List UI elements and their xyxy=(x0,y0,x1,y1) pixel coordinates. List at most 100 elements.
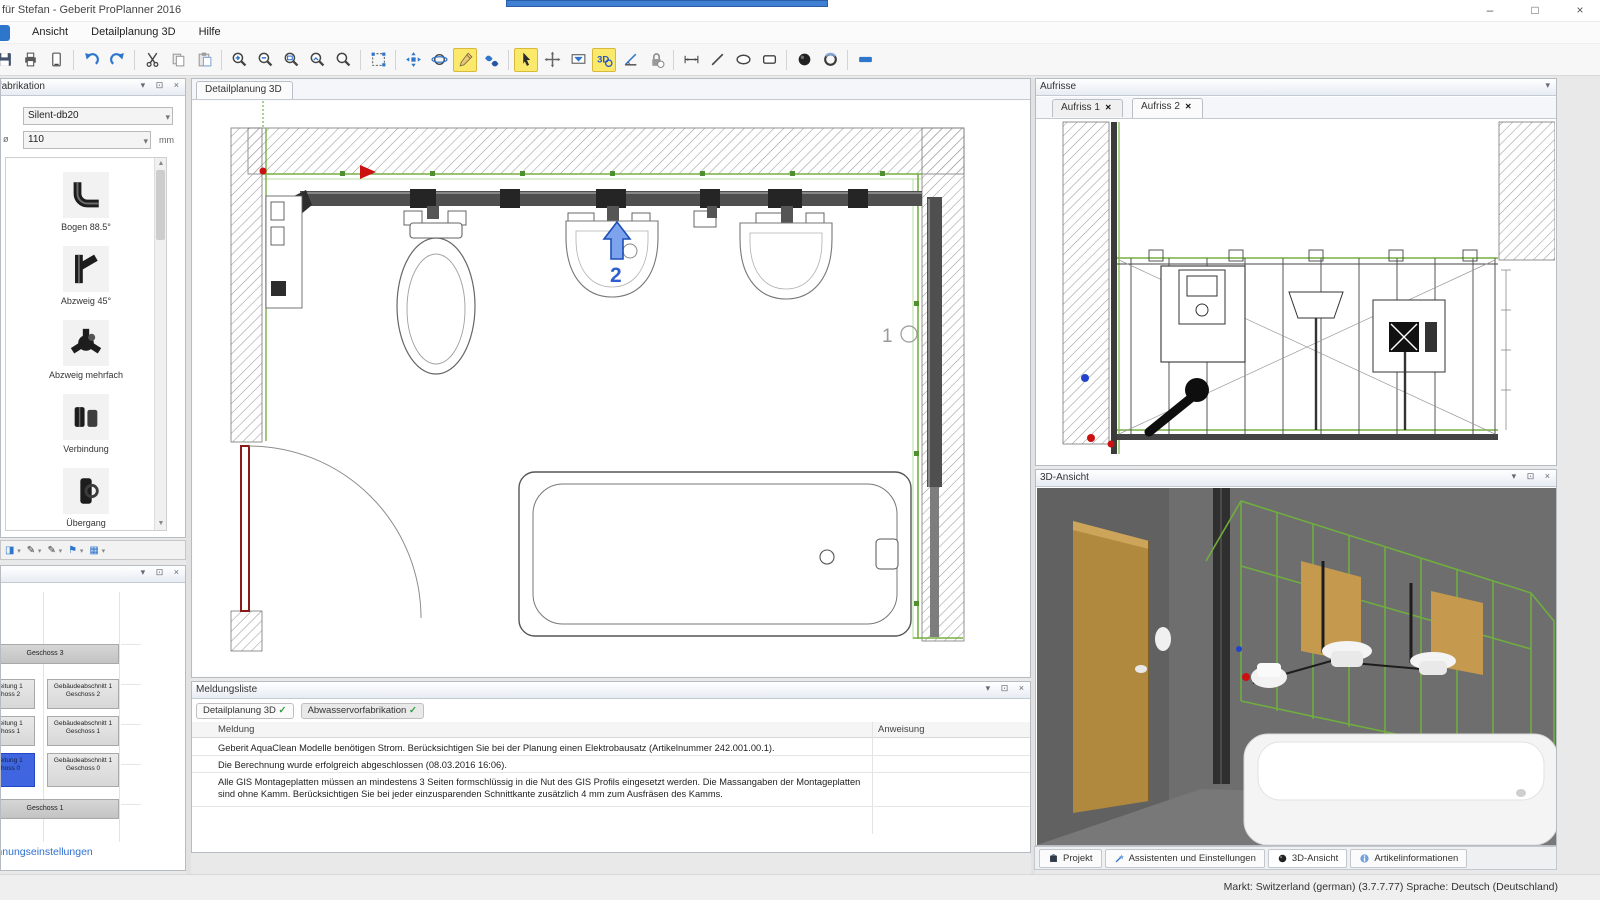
catalog-item-abzweig-mehrfach[interactable]: Abzweig mehrfach xyxy=(6,320,166,380)
sphere-tool-button[interactable] xyxy=(792,48,816,72)
move-icon xyxy=(544,51,561,68)
tab-aufriss-1[interactable]: Aufriss 1✕ xyxy=(1052,99,1123,117)
measure-angle-button[interactable] xyxy=(618,48,642,72)
orbit-button[interactable] xyxy=(427,48,451,72)
filter-draw-button[interactable]: ✎ ▾ xyxy=(27,545,42,556)
redo-button[interactable] xyxy=(105,48,129,72)
scrollbar-thumb[interactable] xyxy=(156,170,165,240)
lock-button[interactable] xyxy=(644,48,668,72)
print-button[interactable] xyxy=(18,48,42,72)
calculation-settings-link[interactable]: Berechnungseinstellungen xyxy=(1,846,93,858)
panel-header-buttons[interactable]: ▾ ⊡ × xyxy=(986,683,1028,694)
view3d-panel-title: 3D-Ansicht xyxy=(1040,472,1089,483)
main-toolbar xyxy=(0,44,1600,76)
close-tab-icon[interactable]: ✕ xyxy=(1105,103,1112,112)
menu-ansicht[interactable]: Ansicht xyxy=(22,22,78,42)
close-button[interactable]: × xyxy=(1565,2,1595,20)
filter-grid-button[interactable]: ▦ ▾ xyxy=(89,545,105,556)
floor-band-top[interactable]: Geschoss 3 xyxy=(1,644,119,664)
filter-system-button[interactable]: ◨ ▾ xyxy=(5,545,21,556)
structure-button-selected[interactable]: Steigleitung 1Geschoss 0 xyxy=(1,753,35,787)
check-icon: ✓ xyxy=(279,705,287,716)
ellipse-tool-button[interactable] xyxy=(731,48,755,72)
section-tool-button[interactable] xyxy=(853,48,877,72)
move-tool-button[interactable] xyxy=(540,48,564,72)
material-view-button[interactable] xyxy=(479,48,503,72)
structure-button[interactable]: Gebäudeabschnitt 1Geschoss 1 xyxy=(47,716,119,746)
diameter-select[interactable]: 110▾ xyxy=(23,131,151,149)
zoom-all-button[interactable] xyxy=(331,48,355,72)
cut-button[interactable] xyxy=(140,48,164,72)
scroll-down-icon[interactable]: ▼ xyxy=(155,518,167,530)
structure-button[interactable]: Steigleitung 1Geschoss 1 xyxy=(1,716,35,746)
elevation-canvas[interactable] xyxy=(1037,120,1555,464)
dimension-tool-button[interactable] xyxy=(679,48,703,72)
view-3d-zoom-button[interactable] xyxy=(592,48,616,72)
tab-assistenten[interactable]: Assistenten und Einstellungen xyxy=(1105,849,1265,868)
message-row[interactable]: Alle GIS Montageplatten müssen an mindes… xyxy=(218,776,866,804)
close-tab-icon[interactable]: ✕ xyxy=(1185,102,1192,111)
column-anweisung[interactable]: Anweisung xyxy=(878,724,924,735)
panel-header-buttons[interactable]: ▾ ⊡ × xyxy=(1512,471,1554,482)
structure-button[interactable]: Gebäudeabschnitt 1Geschoss 2 xyxy=(47,679,119,709)
edit-mode-toggle[interactable] xyxy=(453,48,477,72)
zoom-out-icon xyxy=(257,51,274,68)
save-icon xyxy=(0,51,13,68)
catalog-item-abzweig45[interactable]: Abzweig 45° xyxy=(6,246,166,306)
messages-tab-abwasser[interactable]: Abwasservorfabrikation ✓ xyxy=(301,703,424,719)
tab-aufriss-2[interactable]: Aufriss 2✕ xyxy=(1132,98,1203,118)
catalog-item-bogen[interactable]: Bogen 88.5° xyxy=(6,172,166,232)
rectangle-tool-button[interactable] xyxy=(757,48,781,72)
pan-button[interactable] xyxy=(401,48,425,72)
message-row[interactable]: Die Berechnung wurde erfolgreich abgesch… xyxy=(218,759,866,773)
zoom-window-button[interactable] xyxy=(279,48,303,72)
zoom-in-button[interactable] xyxy=(227,48,251,72)
scroll-up-icon[interactable]: ▲ xyxy=(155,158,167,170)
annotate-button[interactable] xyxy=(566,48,590,72)
filter-flag-button[interactable]: ⚑ ▾ xyxy=(68,545,83,556)
rectangle-icon xyxy=(761,51,778,68)
undo-button[interactable] xyxy=(79,48,103,72)
tab-artikelinformationen[interactable]: Artikelinformationen xyxy=(1350,849,1467,868)
material-icon xyxy=(483,51,500,68)
select-tool-button[interactable] xyxy=(514,48,538,72)
menu-hilfe[interactable]: Hilfe xyxy=(189,22,231,42)
save-button[interactable] xyxy=(0,48,16,72)
tab-detailplanung-3d[interactable]: Detailplanung 3D xyxy=(196,81,293,99)
view-3d-icon xyxy=(596,51,613,68)
panel-header-buttons[interactable]: ▾ ⊡ × xyxy=(141,80,183,91)
structure-button[interactable]: Steigleitung 1Geschoss 2 xyxy=(1,679,35,709)
message-row[interactable]: Geberit AquaClean Modelle benötigen Stro… xyxy=(218,742,866,756)
render-3d-canvas[interactable] xyxy=(1037,488,1556,845)
maximize-button[interactable]: □ xyxy=(1520,2,1550,20)
zoom-extents-button[interactable] xyxy=(366,48,390,72)
filter-edit-button[interactable]: ✎ ▾ xyxy=(47,545,62,556)
system-select[interactable]: Silent-db20▾ xyxy=(23,107,173,125)
column-meldung[interactable]: Meldung xyxy=(218,724,254,735)
catalog-item-verbindung[interactable]: Verbindung xyxy=(6,394,166,454)
panel-header-buttons[interactable]: ▾ ⊡ × xyxy=(141,567,183,578)
tab-3d-ansicht[interactable]: 3D-Ansicht xyxy=(1268,849,1347,868)
copy-button[interactable] xyxy=(166,48,190,72)
torus-tool-button[interactable] xyxy=(818,48,842,72)
undo-icon xyxy=(83,51,100,68)
zoom-out-button[interactable] xyxy=(253,48,277,72)
catalog-scrollbar[interactable]: ▲ ▼ xyxy=(154,158,166,530)
zoom-previous-icon xyxy=(309,51,326,68)
plan-canvas[interactable]: 2 1 xyxy=(193,101,1029,676)
minimize-button[interactable]: – xyxy=(1475,2,1505,20)
menu-detailplanung-3d[interactable]: Detailplanung 3D xyxy=(81,22,185,42)
structure-button[interactable]: Gebäudeabschnitt 1Geschoss 0 xyxy=(47,753,119,787)
floor-band-bottom[interactable]: Geschoss 1 xyxy=(1,799,119,819)
messages-tab-detailplanung[interactable]: Detailplanung 3D ✓ xyxy=(196,703,294,719)
zoom-all-icon xyxy=(335,51,352,68)
line-tool-button[interactable] xyxy=(705,48,729,72)
zoom-previous-button[interactable] xyxy=(305,48,329,72)
tab-projekt[interactable]: Projekt xyxy=(1039,849,1102,868)
app-menu-icon[interactable] xyxy=(0,25,10,41)
panel-header-buttons[interactable]: ▾ xyxy=(1545,80,1554,91)
catalog-item-uebergang[interactable]: Übergang xyxy=(6,468,166,528)
paste-button[interactable] xyxy=(192,48,216,72)
export-device-button[interactable] xyxy=(44,48,68,72)
copy-icon xyxy=(170,51,187,68)
